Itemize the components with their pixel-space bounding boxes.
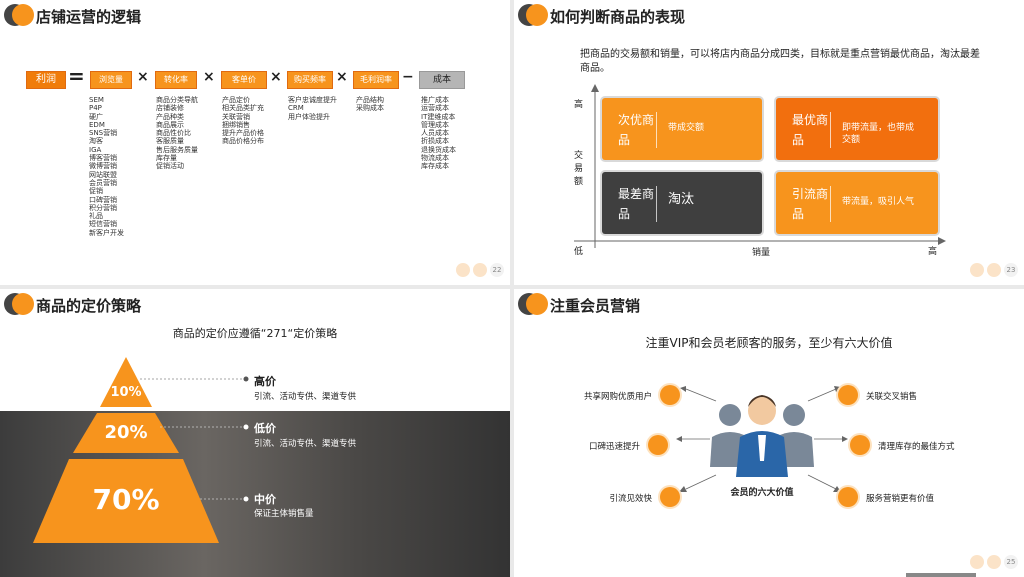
column-cost: 推广成本 运营成本 IT建维成本 管理成本 人员成本 折损成本 退换货成本 物流成本 库存成本 xyxy=(421,96,456,171)
column-item: 库存成本 xyxy=(421,162,449,171)
column-conversion: 商品分类导航 店铺装修 产品种类 商品展示 商品性价比 客服质量 售后服务质量 库存量 促销活动 xyxy=(156,96,198,171)
value-left-2: 口碑迅速提升 xyxy=(588,442,640,452)
tier-title-low: 低价 xyxy=(254,422,276,435)
tier-sub-mid: 保证主体销售量 xyxy=(254,509,314,519)
formula-cost: 成本 xyxy=(419,71,465,89)
value-dot xyxy=(648,435,668,455)
formula-times: × xyxy=(336,69,348,85)
logo-circles xyxy=(4,4,34,28)
slide-member-marketing[interactable]: 注重会员营销 注重VIP和会员老顾客的服务，至少有六大价值 会员的六大价值 共享… xyxy=(514,289,1024,577)
column-item: 售后服务质量 xyxy=(156,145,198,154)
formula-times: × xyxy=(270,69,282,85)
tier-percent-high: 10% xyxy=(110,385,142,400)
column-pageviews: SEM P4P 硬广 EDM SNS营销 淘客 IGA 博客营销 微博营销 网站联盟 会员营销 促销口… xyxy=(89,96,124,237)
formula-profit: 利润 xyxy=(26,71,66,89)
column-gross-margin: 产品结构 采购成本 xyxy=(356,96,384,113)
column-item: 运营成本 xyxy=(421,104,449,113)
x-axis-low: 低 xyxy=(574,247,584,257)
formula-equals: = xyxy=(68,64,85,88)
column-item: P4P xyxy=(89,104,102,113)
formula-minus: − xyxy=(402,69,414,85)
bottom-bar xyxy=(906,573,976,577)
column-item: 商品价格分布 xyxy=(222,137,264,146)
column-item: CRM xyxy=(288,104,304,113)
column-item: 淘客 xyxy=(89,137,103,146)
quadrant-worst: 最差商品 淘汰 xyxy=(602,172,762,234)
page-number: 23 xyxy=(970,263,1018,277)
column-item: 新客户开发 xyxy=(89,228,124,237)
tier-percent-mid: 70% xyxy=(92,483,160,516)
value-dot xyxy=(660,385,680,405)
column-item: 关联营销 xyxy=(222,112,250,121)
formula-order-value: 客单价 xyxy=(221,71,267,89)
column-item: 捆绑销售 xyxy=(222,120,250,129)
column-item: 促销 xyxy=(89,187,103,196)
column-item: 商品展示 xyxy=(156,120,184,129)
quadrant-second-best: 次优商品 带成交额 xyxy=(602,98,762,160)
x-axis-high: 高 xyxy=(928,247,938,257)
tier-title-mid: 中价 xyxy=(254,493,276,506)
formula-gross-margin: 毛利润率 xyxy=(353,71,399,89)
center-label: 会员的六大价值 xyxy=(730,488,794,498)
axes xyxy=(574,84,946,248)
formula-purchase-frequency: 购买频率 xyxy=(287,71,333,89)
column-purchase-frequency: 客户忠诚度提升 CRM 用户体验提升 xyxy=(288,96,337,121)
column-item: 硬广 xyxy=(89,112,103,121)
tier-sub-low: 引流、活动专供、渠道专供 xyxy=(254,439,357,449)
formula-conversion: 转化率 xyxy=(155,71,197,89)
column-item: 客服质量 xyxy=(156,137,184,146)
column-item: 管理成本 xyxy=(421,120,449,129)
column-item: 短信营销 xyxy=(89,220,117,229)
slide-pricing-strategy[interactable]: 商品的定价策略 商品的定价应遵循“271“定价策略 10% 20% 70% 高价… xyxy=(0,289,510,577)
value-left-3: 引流见效快 xyxy=(609,494,652,504)
page-number: 25 xyxy=(970,555,1018,569)
slide-store-operation-logic[interactable]: 店铺运营的逻辑 利润 = 浏览量 × 转化率 × 客单价 × 购买频率 × 毛利… xyxy=(0,0,510,285)
column-item: 采购成本 xyxy=(356,104,384,113)
column-item: 微博营销 xyxy=(89,162,117,171)
column-order-value: 产品定价 相关品类扩充 关联营销 捆绑销售 提升产品价格 商品价格分布 xyxy=(222,96,264,146)
column-item: 用户体验提升 xyxy=(288,112,330,121)
column-item: 网站联盟 xyxy=(89,170,117,179)
column-item: 产品种类 xyxy=(156,112,184,121)
column-item: 客户忠诚度提升 xyxy=(288,96,337,104)
formula-times: × xyxy=(203,69,215,85)
column-item: IGA xyxy=(89,145,102,154)
column-item: 口碑营销 xyxy=(89,195,117,204)
column-item: 相关品类扩充 xyxy=(222,104,264,113)
column-item: 折损成本 xyxy=(421,137,449,146)
people-icon xyxy=(676,386,848,492)
slide-product-performance[interactable]: 如何判断商品的表现 把商品的交易额和销量，可以将店内商品分成四类，目标就是重点营… xyxy=(514,0,1024,285)
value-right-3: 服务营销更有价值 xyxy=(866,494,935,504)
formula-times: × xyxy=(137,69,149,85)
column-item: SEM xyxy=(89,96,104,104)
slide-title: 店铺运营的逻辑 xyxy=(36,8,142,26)
formula-pageviews: 浏览量 xyxy=(90,71,132,89)
value-dot xyxy=(850,435,870,455)
y-axis-label: 交易额 xyxy=(574,151,584,187)
column-item: EDM xyxy=(89,120,105,129)
value-right-1: 关联交叉销售 xyxy=(866,392,918,402)
value-dot xyxy=(838,487,858,507)
tier-percent-low: 20% xyxy=(104,422,148,443)
tier-sub-high: 引流、活动专供、渠道专供 xyxy=(254,392,357,402)
page-number: 22 xyxy=(456,263,504,277)
value-right-2: 清理库存的最佳方式 xyxy=(878,442,955,452)
column-item: 促销活动 xyxy=(156,162,184,171)
tier-title-high: 高价 xyxy=(254,375,276,388)
value-left-1: 共享网购优质用户 xyxy=(583,392,652,402)
column-item: 退换货成本 xyxy=(421,145,456,154)
column-item: 店铺装修 xyxy=(156,104,184,113)
column-item: IT建维成本 xyxy=(421,112,456,121)
value-dot xyxy=(660,487,680,507)
column-item: 积分营销 xyxy=(89,203,117,212)
value-dot xyxy=(838,385,858,405)
quadrant-traffic: 引流商品 带流量，吸引人气 xyxy=(776,172,938,234)
x-axis-label: 销量 xyxy=(752,248,771,258)
y-axis-high: 高 xyxy=(574,100,584,110)
quadrant-best: 最优商品 即带流量，也带成交额 xyxy=(776,98,938,160)
